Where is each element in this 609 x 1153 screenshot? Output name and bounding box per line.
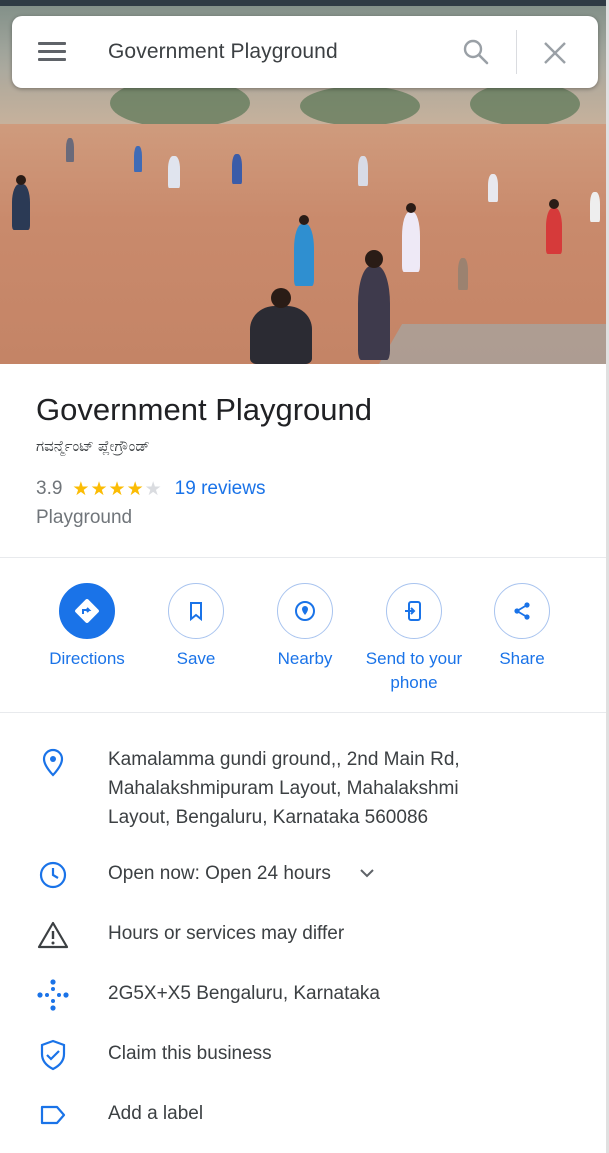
photo-person [358, 156, 368, 186]
photo-tree [470, 82, 580, 126]
photo-person [66, 138, 74, 162]
warning-icon [36, 918, 70, 952]
bookmark-icon [190, 602, 202, 622]
chevron-down-icon[interactable] [358, 858, 376, 889]
plus-code-text: 2G5X+X5 Bengaluru, Karnataka [108, 983, 380, 1004]
directions-label: Directions [49, 649, 125, 668]
label-tag-icon [36, 1098, 70, 1132]
send-to-phone-label: Send to your phone [365, 649, 463, 692]
photo-person [250, 288, 312, 364]
close-icon[interactable] [540, 38, 570, 68]
divider [0, 712, 609, 713]
search-divider [516, 30, 517, 74]
nearby-button[interactable]: Nearby [245, 583, 365, 671]
clock-icon [36, 858, 70, 892]
photo-person [402, 203, 420, 272]
address-line-1: Kamalamma gundi ground,, 2nd Main Rd, [108, 749, 460, 770]
photo-path [379, 324, 609, 364]
nearby-label: Nearby [277, 649, 333, 668]
photo-person [168, 156, 180, 188]
hours-warning-text: Hours or services may differ [108, 923, 345, 944]
star-rating: ★ ★ ★ ★ ★ [72, 480, 162, 499]
photo-tree [300, 86, 420, 126]
add-label-text: Add a label [108, 1103, 204, 1124]
photo-person [134, 146, 142, 172]
star-filled-icon: ★ [108, 478, 126, 500]
reviews-link[interactable]: 19 reviews [175, 478, 266, 500]
photo-person [546, 199, 562, 254]
place-title: Government Playground [36, 392, 373, 427]
address-line-3: Layout, Bengaluru, Karnataka 560086 [108, 807, 429, 828]
claim-business-text: Claim this business [108, 1043, 272, 1064]
photo-person [12, 175, 30, 230]
share-button[interactable]: Share [462, 583, 582, 671]
location-pin-icon [36, 746, 70, 780]
share-icon [514, 602, 530, 620]
rating-row: 3.9 ★ ★ ★ ★ ★ 19 reviews [36, 478, 265, 500]
star-filled-icon: ★ [90, 478, 108, 500]
address-line-2: Mahalakshmipuram Layout, Mahalakshmi [108, 778, 459, 799]
photo-person [590, 192, 600, 222]
plus-code-icon [36, 978, 70, 1012]
place-category[interactable]: Playground [36, 507, 132, 529]
send-to-phone-button[interactable]: Send to your phone [354, 583, 474, 695]
share-label: Share [499, 649, 545, 668]
divider [0, 557, 609, 558]
directions-button[interactable]: Directions [27, 583, 147, 671]
save-label: Save [176, 649, 216, 668]
photo-person [458, 258, 468, 290]
search-bar[interactable]: Government Playground [12, 16, 598, 88]
hamburger-menu-icon[interactable] [38, 42, 66, 62]
send-to-phone-icon [405, 601, 421, 621]
place-local-name: ಗವರ್ನ್ಮೆಂಟ್ ಪ್ಲೇಗ್ರೌಂಡ್ [36, 438, 150, 455]
search-input[interactable]: Government Playground [108, 40, 338, 64]
rating-value: 3.9 [36, 478, 63, 499]
photo-person [358, 250, 390, 360]
verified-shield-icon [36, 1038, 70, 1072]
nearby-icon [295, 601, 315, 621]
hours-text: Open now: Open 24 hours [108, 863, 331, 884]
search-icon[interactable] [460, 36, 492, 68]
star-filled-icon: ★ [126, 478, 144, 500]
save-button[interactable]: Save [136, 583, 256, 671]
photo-person [232, 154, 242, 184]
photo-person [488, 174, 498, 202]
star-empty-icon: ★ [144, 478, 162, 500]
star-filled-icon: ★ [72, 478, 90, 500]
directions-icon [75, 599, 99, 623]
photo-person [294, 215, 314, 286]
